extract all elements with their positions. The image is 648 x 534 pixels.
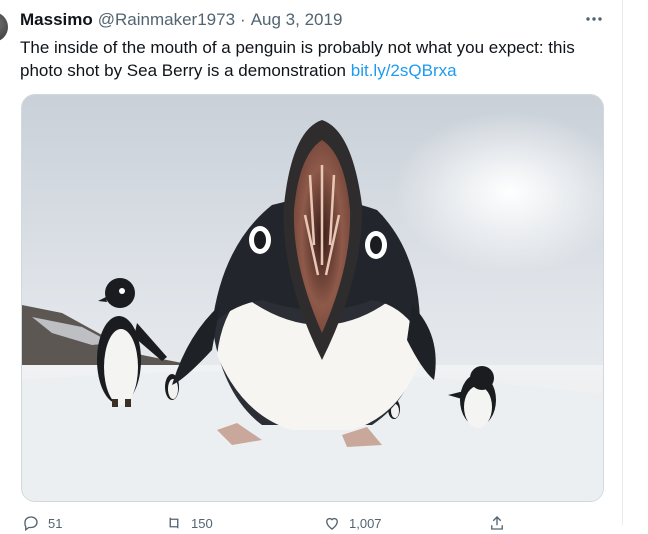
tweet-actions: 51 150 1,007 <box>0 514 622 534</box>
like-count: 1,007 <box>349 515 382 531</box>
tweet-link[interactable]: bit.ly/2sQBrxa <box>351 61 457 80</box>
like-button[interactable]: 1,007 <box>323 514 382 532</box>
retweet-button[interactable]: 150 <box>165 514 213 532</box>
reply-icon <box>24 516 38 532</box>
retweet-icon <box>169 517 179 529</box>
penguin-photo <box>22 95 603 501</box>
tweet-date[interactable]: Aug 3, 2019 <box>251 10 343 30</box>
retweet-count: 150 <box>191 515 213 531</box>
reply-button[interactable]: 51 <box>22 514 62 532</box>
author-handle[interactable]: @Rainmaker1973 <box>98 10 235 30</box>
header-separator: · <box>240 10 246 29</box>
heart-icon <box>326 517 338 530</box>
more-dots-icon <box>586 17 602 21</box>
author-name[interactable]: Massimo <box>20 10 93 30</box>
right-column-background <box>623 0 648 525</box>
share-button[interactable] <box>488 514 506 532</box>
more-icon[interactable] <box>583 10 605 28</box>
tweet-card[interactable]: Massimo @Rainmaker1973 · Aug 3, 2019 The… <box>0 0 622 532</box>
tweet-photo[interactable] <box>21 94 604 502</box>
share-icon <box>491 516 503 530</box>
tweet-text: The inside of the mouth of a penguin is … <box>20 36 610 82</box>
reply-count: 51 <box>48 515 63 531</box>
avatar[interactable] <box>0 12 8 42</box>
tweet-text-body: The inside of the mouth of a penguin is … <box>20 38 575 80</box>
tweet-header: Massimo @Rainmaker1973 · Aug 3, 2019 <box>20 9 342 31</box>
